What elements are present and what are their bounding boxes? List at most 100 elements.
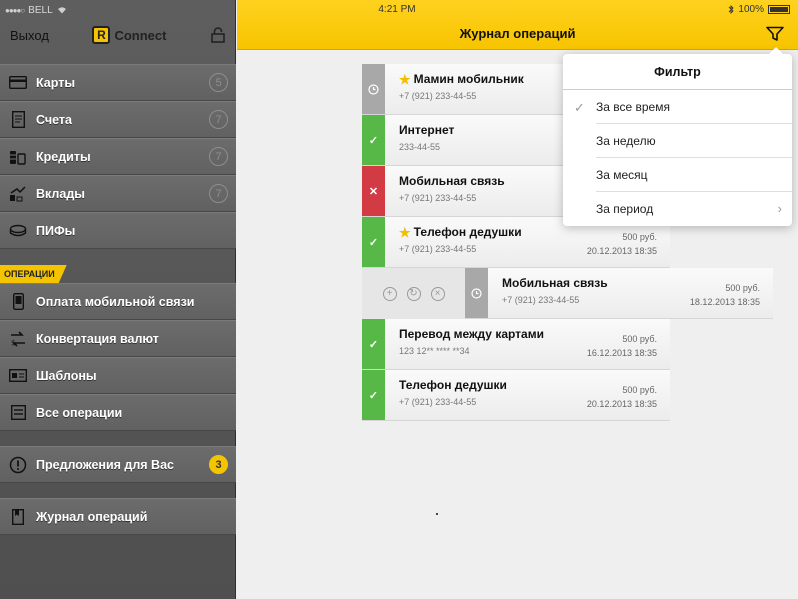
- sidebar-item-label: Оплата мобильной связи: [36, 294, 195, 309]
- logo-mark: R: [92, 26, 111, 44]
- sidebar-item-label: Вклады: [36, 186, 85, 201]
- operation-name: Телефон дедушки: [399, 378, 507, 392]
- sidebar-item-accounts[interactable]: Счета 7: [0, 101, 236, 138]
- main-content: 4:21 PM 100% Журнал операций ★ Мамин моби…: [237, 0, 798, 599]
- operation-date: 16.12.2013 18:35: [586, 348, 657, 358]
- journal-icon: [8, 507, 28, 527]
- growth-icon: [8, 184, 28, 204]
- app-logo: R Connect: [92, 26, 166, 44]
- bluetooth-icon: [729, 5, 735, 14]
- repeat-icon[interactable]: ↻: [406, 286, 421, 301]
- sidebar-item-label: Карты: [36, 75, 76, 90]
- page-title: Журнал операций: [459, 26, 576, 41]
- sidebar-item-offers[interactable]: Предложения для Вас 3: [0, 446, 236, 483]
- operation-body: Телефон дедушки +7 (921) 233-44-55 500 р…: [385, 370, 670, 420]
- delete-icon[interactable]: ×: [430, 286, 445, 301]
- operation-date: 20.12.2013 18:35: [586, 399, 657, 409]
- operation-amount: 500 руб.: [622, 232, 657, 242]
- sidebar-item-label: Все операции: [36, 405, 123, 420]
- operation-body: Перевод между картами 123 12** **** **34…: [385, 319, 670, 369]
- coins-icon: [8, 147, 28, 167]
- phone-icon: [8, 292, 28, 312]
- status-bar-right: 100%: [728, 4, 790, 15]
- status-time: 4:21 PM: [378, 4, 416, 15]
- sidebar: ●●●●○ BELL Выход R Connect Карты 5 Счета: [0, 0, 236, 599]
- sidebar-item-journal[interactable]: Журнал операций: [0, 498, 236, 535]
- operation-name: Мобильная связь: [502, 276, 608, 290]
- card-icon: [8, 73, 28, 93]
- operation-date: 18.12.2013 18:35: [689, 297, 760, 307]
- operation-amount: 500 руб.: [622, 334, 657, 344]
- status-bar-left: ●●●●○ BELL: [0, 0, 236, 20]
- sidebar-header: Выход R Connect: [0, 20, 236, 50]
- popover-title: Фильтр: [563, 54, 792, 90]
- check-icon: ✓: [362, 319, 385, 369]
- products-nav: Карты 5 Счета 7 Кредиты 7 Вклады 7 ПИФы: [0, 64, 236, 249]
- alert-icon: [8, 455, 28, 475]
- sidebar-item-credits[interactable]: Кредиты 7: [0, 138, 236, 175]
- chevron-right-icon: ›: [777, 201, 782, 216]
- sidebar-item-label: Шаблоны: [36, 368, 97, 383]
- check-icon: ✓: [362, 370, 385, 420]
- offers-nav: Предложения для Вас 3: [0, 446, 236, 483]
- lock-icon[interactable]: [210, 27, 226, 43]
- cross-icon: ✕: [362, 166, 385, 216]
- logout-button[interactable]: Выход: [10, 28, 49, 43]
- filter-option-month[interactable]: За месяц: [563, 158, 792, 192]
- row-actions: + ↻ ×: [362, 268, 465, 319]
- operation-date: 20.12.2013 18:35: [586, 246, 657, 256]
- sidebar-item-templates[interactable]: Шаблоны: [0, 357, 236, 394]
- sidebar-item-funds[interactable]: ПИФы: [0, 212, 236, 249]
- signal-icon: ●●●●○: [5, 5, 25, 15]
- add-icon[interactable]: +: [382, 286, 397, 301]
- count-badge: 7: [209, 147, 228, 166]
- star-icon: ★: [399, 224, 411, 240]
- star-icon: ★: [399, 71, 411, 87]
- status-pending: [465, 268, 488, 318]
- funds-icon: [8, 221, 28, 241]
- top-bar: 4:21 PM 100% Журнал операций: [237, 0, 798, 50]
- journal-nav: Журнал операций: [0, 498, 236, 535]
- battery-percent: 100%: [738, 4, 764, 15]
- offers-count-badge: 3: [209, 455, 228, 474]
- filter-icon[interactable]: [766, 26, 784, 42]
- battery-icon: [768, 5, 790, 14]
- clock-icon: [368, 83, 379, 95]
- list-item[interactable]: ✓ Перевод между картами 123 12** **** **…: [362, 319, 670, 370]
- status-pending: [362, 64, 385, 114]
- sidebar-item-label: Счета: [36, 112, 72, 127]
- operation-name: ★ Телефон дедушки: [399, 224, 522, 240]
- sidebar-item-all-operations[interactable]: Все операции: [0, 394, 236, 431]
- sidebar-item-label: ПИФы: [36, 223, 76, 238]
- operations-section-label: ОПЕРАЦИИ: [0, 265, 67, 283]
- templates-icon: [8, 366, 28, 386]
- wifi-icon: [57, 7, 66, 14]
- count-badge: 5: [209, 73, 228, 92]
- sidebar-item-cards[interactable]: Карты 5: [0, 64, 236, 101]
- sidebar-item-label: Кредиты: [36, 149, 91, 164]
- sidebar-item-currency-exchange[interactable]: $ Конвертация валют: [0, 320, 236, 357]
- count-badge: 7: [209, 184, 228, 203]
- sidebar-item-label: Предложения для Вас: [36, 457, 174, 472]
- svg-text:$: $: [11, 339, 15, 347]
- operation-amount: 500 руб.: [622, 385, 657, 395]
- sidebar-item-label: Конвертация валют: [36, 331, 159, 346]
- list-item[interactable]: ✓ Телефон дедушки +7 (921) 233-44-55 500…: [362, 370, 670, 421]
- list-icon: [8, 403, 28, 423]
- operations-nav: Оплата мобильной связи $ Конвертация вал…: [0, 283, 236, 431]
- sidebar-item-mobile-payment[interactable]: Оплата мобильной связи: [0, 283, 236, 320]
- logo-text: Connect: [114, 27, 167, 43]
- count-badge: 7: [209, 110, 228, 129]
- filter-option-all-time[interactable]: ✓ За все время: [563, 90, 792, 124]
- stray-dot: [436, 513, 438, 515]
- filter-popover: Фильтр ✓ За все время За неделю За месяц…: [563, 47, 792, 226]
- list-item[interactable]: Мобильная связь +7 (921) 233-44-55 500 р…: [465, 268, 773, 319]
- check-icon: ✓: [362, 115, 385, 165]
- clock-icon: [471, 287, 482, 299]
- document-icon: [8, 110, 28, 130]
- sidebar-item-deposits[interactable]: Вклады 7: [0, 175, 236, 212]
- checkmark-icon: ✓: [574, 100, 585, 115]
- exchange-icon: $: [8, 329, 28, 349]
- filter-option-period[interactable]: За период ›: [563, 192, 792, 226]
- filter-option-week[interactable]: За неделю: [563, 124, 792, 158]
